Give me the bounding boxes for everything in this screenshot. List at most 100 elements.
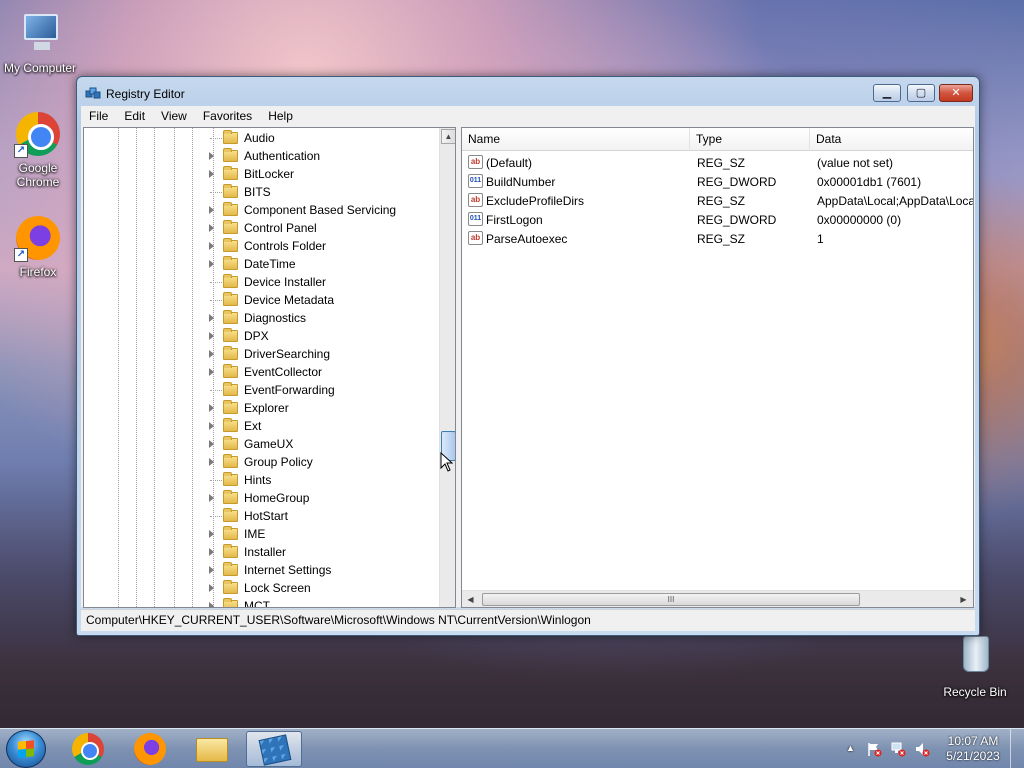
expand-arrow-icon[interactable] (209, 458, 214, 466)
show-hidden-icons-chevron-icon[interactable]: ▲ (846, 743, 855, 753)
show-desktop-button[interactable] (1010, 729, 1024, 768)
expand-arrow-icon[interactable] (209, 170, 214, 178)
tree-item[interactable]: Diagnostics (84, 309, 439, 327)
value-row[interactable]: ab ParseAutoexec REG_SZ 1 (462, 229, 973, 248)
tree-item-label: IME (244, 527, 266, 541)
value-row[interactable]: ab (Default) REG_SZ (value not set) (462, 153, 973, 172)
tree-item[interactable]: DPX (84, 327, 439, 345)
desktop-icon-firefox[interactable]: ↗ Firefox (0, 214, 78, 279)
expand-arrow-icon[interactable] (209, 530, 214, 538)
expand-arrow-icon[interactable] (209, 242, 214, 250)
expand-arrow-icon[interactable] (209, 314, 214, 322)
menu-file[interactable]: File (81, 109, 116, 123)
tree-item[interactable]: EventCollector (84, 363, 439, 381)
expand-arrow-icon[interactable] (209, 332, 214, 340)
expand-arrow-icon[interactable] (209, 368, 214, 376)
desktop-icon-my-computer[interactable]: My Computer (0, 10, 80, 75)
tree-item[interactable]: Control Panel (84, 219, 439, 237)
tree-item[interactable]: Group Policy (84, 453, 439, 471)
tree-item[interactable]: Installer (84, 543, 439, 561)
tree-item-label: Internet Settings (244, 563, 332, 577)
minimize-button[interactable]: ▁ (873, 84, 901, 102)
tree-item[interactable]: Audio (84, 129, 439, 147)
desktop-icon-label: My Computer (3, 61, 77, 75)
desktop-icon-google-chrome[interactable]: ↗ Google Chrome (0, 110, 78, 189)
string-value-icon: ab (468, 193, 483, 207)
expand-arrow-icon[interactable] (209, 494, 214, 502)
scroll-up-arrow-icon[interactable]: ▲ (441, 129, 455, 144)
action-center-flag-icon[interactable] (866, 741, 882, 757)
value-row[interactable]: 011 BuildNumber REG_DWORD 0x00001db1 (7601) (462, 172, 973, 191)
network-icon[interactable] (890, 741, 906, 757)
tree-item[interactable]: DriverSearching (84, 345, 439, 363)
tree-item[interactable]: GameUX (84, 435, 439, 453)
expand-arrow-icon[interactable] (209, 440, 214, 448)
tree-item[interactable]: HotStart (84, 507, 439, 525)
tree-vertical-scrollbar[interactable]: ▲ (439, 128, 455, 607)
tree-item[interactable]: MCT (84, 597, 439, 607)
taskbar-chrome[interactable] (60, 731, 116, 767)
tree-item[interactable]: Authentication (84, 147, 439, 165)
column-type[interactable]: Type (690, 128, 810, 151)
expand-arrow-icon[interactable] (209, 206, 214, 214)
expand-arrow-icon[interactable] (209, 350, 214, 358)
tree-item[interactable]: BitLocker (84, 165, 439, 183)
registry-editor-window: Registry Editor ▁ ▢ ✕ File Edit View Fav… (76, 76, 980, 636)
tree-item[interactable]: Device Metadata (84, 291, 439, 309)
values-list-pane[interactable]: Name Type Data ab (Default) REG_SZ (value n… (461, 127, 974, 608)
shortcut-arrow-icon: ↗ (14, 248, 28, 262)
list-horizontal-scrollbar[interactable]: ◀ III ▶ (462, 590, 973, 607)
taskbar-regedit[interactable] (246, 731, 302, 767)
tree-item[interactable]: Explorer (84, 399, 439, 417)
clock[interactable]: 10:07 AM 5/21/2023 (944, 734, 1002, 764)
tree-item[interactable]: HomeGroup (84, 489, 439, 507)
tree-item[interactable]: DateTime (84, 255, 439, 273)
clock-time: 10:07 AM (947, 734, 999, 748)
tree-item[interactable]: Controls Folder (84, 237, 439, 255)
tree-item[interactable]: Component Based Servicing (84, 201, 439, 219)
volume-muted-icon[interactable] (914, 741, 930, 757)
desktop-icon-recycle-bin[interactable]: Recycle Bin (935, 634, 1015, 699)
menu-edit[interactable]: Edit (116, 109, 153, 123)
tree-item-label: Authentication (244, 149, 321, 163)
close-button[interactable]: ✕ (939, 84, 973, 102)
value-row[interactable]: 011 FirstLogon REG_DWORD 0x00000000 (0) (462, 210, 973, 229)
tree-item-label: GameUX (244, 437, 294, 451)
tree-item[interactable]: Lock Screen (84, 579, 439, 597)
dword-value-icon: 011 (468, 174, 483, 188)
tree-item[interactable]: Device Installer (84, 273, 439, 291)
expand-arrow-icon[interactable] (209, 548, 214, 556)
expand-arrow-icon[interactable] (209, 404, 214, 412)
title-bar[interactable]: Registry Editor ▁ ▢ ✕ (77, 77, 979, 107)
tree-item[interactable]: BITS (84, 183, 439, 201)
expand-arrow-icon[interactable] (209, 566, 214, 574)
folder-icon (223, 598, 238, 607)
column-name[interactable]: Name (462, 128, 690, 151)
menu-favorites[interactable]: Favorites (195, 109, 260, 123)
expand-arrow-icon[interactable] (209, 602, 214, 607)
scroll-right-arrow-icon[interactable]: ▶ (956, 592, 971, 607)
taskbar-explorer[interactable] (184, 731, 240, 767)
value-row[interactable]: ab ExcludeProfileDirs REG_SZ AppData\Local;… (462, 191, 973, 210)
tree-item[interactable]: EventForwarding (84, 381, 439, 399)
key-tree-pane[interactable]: Audio Authentication BitLocker BITS Componen… (83, 127, 456, 608)
taskbar-firefox[interactable] (122, 731, 178, 767)
tree-item[interactable]: Hints (84, 471, 439, 489)
expand-arrow-icon[interactable] (209, 152, 214, 160)
tree-item[interactable]: Ext (84, 417, 439, 435)
tree-item[interactable]: IME (84, 525, 439, 543)
expand-arrow-icon[interactable] (209, 224, 214, 232)
expand-arrow-icon[interactable] (209, 584, 214, 592)
horizontal-scroll-thumb[interactable]: III (482, 593, 860, 606)
expand-arrow-icon[interactable] (209, 260, 214, 268)
folder-icon (223, 508, 238, 522)
column-data[interactable]: Data (810, 128, 973, 151)
tree-item[interactable]: Internet Settings (84, 561, 439, 579)
expand-arrow-icon[interactable] (209, 422, 214, 430)
firefox-icon (134, 733, 166, 765)
menu-view[interactable]: View (153, 109, 195, 123)
start-button[interactable] (6, 730, 46, 768)
menu-help[interactable]: Help (260, 109, 301, 123)
scroll-left-arrow-icon[interactable]: ◀ (463, 592, 478, 607)
maximize-button[interactable]: ▢ (907, 84, 935, 102)
